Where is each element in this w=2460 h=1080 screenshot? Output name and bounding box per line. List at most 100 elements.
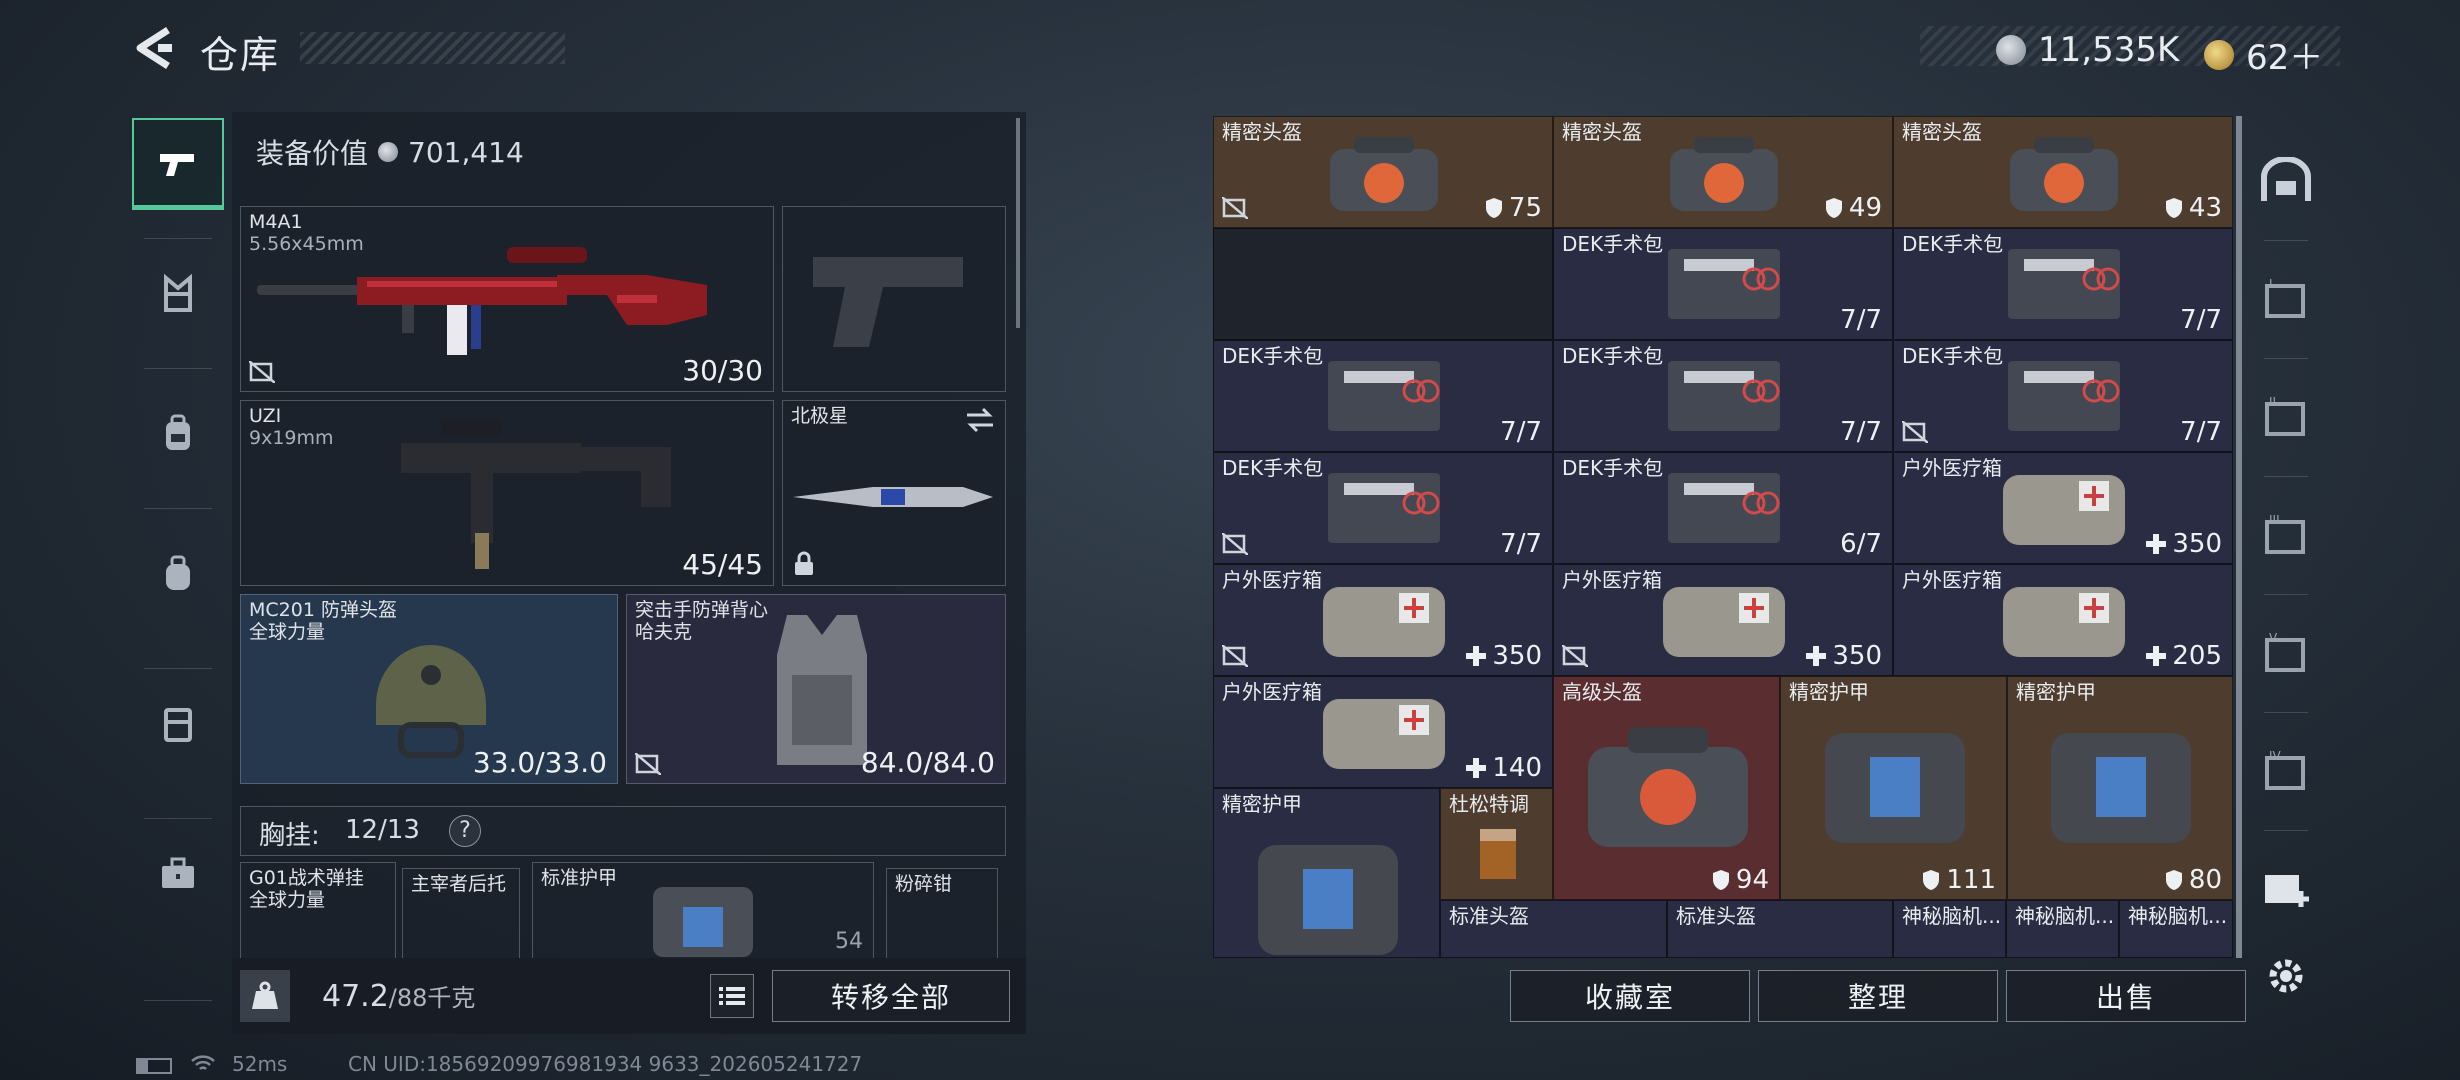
inventory-item[interactable]: 标准头盔 [1440, 900, 1667, 958]
sell-button[interactable]: 出售 [2006, 970, 2246, 1022]
rig-item[interactable]: 粉碎钳 [886, 868, 998, 958]
rig-item[interactable]: 主宰者后托 [402, 868, 520, 958]
swap-icon[interactable] [965, 407, 995, 433]
inventory-item[interactable]: 精密头盔 43 [1893, 116, 2233, 228]
inventory-item[interactable]: DEK手术包 7/7 [1553, 340, 1893, 452]
item-brand: 全球力量 [249, 889, 326, 911]
item-name: 精密护甲 [2016, 680, 2096, 704]
inventory-item[interactable]: DEK手术包 7/7 [1553, 228, 1893, 340]
no-insure-icon [635, 753, 661, 775]
inventory-item[interactable]: 高级头盔 94 [1553, 676, 1780, 900]
nav-storage-2[interactable]: II [2250, 380, 2322, 452]
nav-storage-4[interactable]: V [2250, 616, 2322, 688]
inventory-item[interactable]: 精密护甲 80 [2007, 676, 2233, 900]
item-value: 205 [2146, 641, 2222, 671]
inventory-item[interactable]: 精密护甲 111 [1780, 676, 2007, 900]
gold-amount[interactable]: 62＋ [2246, 30, 2323, 79]
durability-shield-icon [1712, 870, 1729, 890]
empty-slot[interactable] [1213, 228, 1553, 340]
nav-storage-5[interactable]: IV [2250, 734, 2322, 806]
durability-shield-icon [2165, 198, 2182, 218]
nav-case[interactable] [132, 678, 224, 770]
secondary-weapon-slot[interactable]: UZI 9x19mm 45/45 [240, 400, 774, 586]
rifle-m4a1-image [257, 247, 707, 355]
nav-storage-3[interactable]: III [2250, 498, 2322, 570]
right-nav: I II III V IV [2250, 116, 2322, 996]
melee-slot[interactable]: 北极星 [782, 400, 1006, 586]
bag-icon [166, 555, 190, 590]
rig-item[interactable]: 标准护甲 54 [532, 862, 874, 958]
helmet-slot[interactable]: MC201 防弹头盔 全球力量 33.0/33.0 [240, 594, 618, 784]
gear-icon [2269, 959, 2303, 993]
inventory-item[interactable]: DEK手术包 7/7 [1213, 452, 1553, 564]
armor-slot[interactable]: 突击手防弹背心 哈夫克 84.0/84.0 [626, 594, 1006, 784]
item-name: 粉碎钳 [895, 873, 953, 895]
inventory-item[interactable]: 户外医疗箱 350 [1213, 564, 1553, 676]
inventory-item[interactable]: DEK手术包 6/7 [1553, 452, 1893, 564]
melee-name: 北极星 [791, 405, 849, 427]
inventory-item[interactable]: DEK手术包 7/7 [1893, 228, 2233, 340]
primary-weapon-slot[interactable]: M4A1 5.56x45mm 30/30 [240, 206, 774, 392]
inventory-item[interactable]: 户外医疗箱 350 [1893, 452, 2233, 564]
add-storage-icon [2265, 875, 2309, 907]
nav-add-storage[interactable] [2250, 852, 2322, 924]
inventory-item[interactable]: DEK手术包 7/7 [1213, 340, 1553, 452]
inventory-item[interactable]: 户外医疗箱 350 [1553, 564, 1893, 676]
nav-weapons[interactable] [132, 118, 224, 210]
svg-text:III: III [2269, 513, 2280, 527]
pistol-slot-empty[interactable] [782, 206, 1006, 392]
chest-rig-header[interactable]: 胸挂: 12/13 ? [240, 806, 1006, 856]
item-value: 43 [2165, 193, 2222, 223]
rig-item[interactable]: G01战术弹挂 全球力量 [240, 862, 396, 958]
weight-icon-box [240, 970, 290, 1022]
durability-shield-icon [1923, 870, 1940, 890]
item-value: 6/7 [1840, 529, 1882, 559]
nav-backpack-small[interactable] [132, 388, 224, 480]
heal-plus-icon [1806, 646, 1827, 666]
nav-storage-1[interactable]: I [2250, 262, 2322, 334]
item-value-text: 140 [1492, 753, 1542, 783]
organize-button[interactable]: 整理 [1758, 970, 1998, 1022]
inventory-item[interactable]: 神秘脑机... [2006, 900, 2119, 958]
inventory-scrollbar-track[interactable] [2236, 116, 2242, 958]
svg-text:II: II [2269, 395, 2276, 409]
inventory-item[interactable]: 神秘脑机... [2119, 900, 2233, 958]
battery-icon [136, 1058, 172, 1074]
inventory-item[interactable]: 精密头盔 49 [1553, 116, 1893, 228]
inventory-item[interactable]: 标准头盔 [1667, 900, 1893, 958]
inventory-item[interactable]: 户外医疗箱 205 [1893, 564, 2233, 676]
heal-plus-icon [1466, 758, 1487, 778]
item-value: 350 [1466, 641, 1542, 671]
item-name: 精密头盔 [1222, 120, 1302, 144]
storage-expand-icon: III [2265, 513, 2305, 554]
loadout-scrollbar[interactable] [1016, 118, 1020, 328]
settings-button[interactable] [2250, 940, 2322, 1012]
inventory-item[interactable]: 户外医疗箱 140 [1213, 676, 1553, 788]
inventory-item[interactable]: 杜松特调 [1440, 788, 1553, 900]
inventory-item[interactable]: 精密护甲 [1213, 788, 1440, 958]
nav-storage-main[interactable] [2250, 144, 2322, 216]
item-name: DEK手术包 [1902, 344, 2004, 368]
item-name: 标准头盔 [1449, 904, 1529, 928]
item-value-text: 350 [2172, 529, 2222, 559]
inventory-item[interactable]: 神秘脑机... [1893, 900, 2006, 958]
page-title: 仓库 [200, 33, 281, 77]
help-icon[interactable]: ? [449, 815, 481, 847]
item-name: DEK手术包 [1902, 232, 2004, 256]
weight-max: /88千克 [388, 984, 476, 1012]
inventory-item[interactable]: DEK手术包 7/7 [1893, 340, 2233, 452]
transfer-all-button[interactable]: 转移全部 [772, 970, 1010, 1022]
item-name: 户外医疗箱 [1562, 568, 1662, 592]
nav-backpack[interactable] [132, 528, 224, 620]
list-button[interactable] [710, 974, 754, 1018]
item-value-text: 75 [1508, 193, 1542, 223]
item-name: 户外医疗箱 [1902, 568, 2002, 592]
item-value: 94 [1712, 865, 1769, 895]
storage-expand-icon: I [2265, 277, 2305, 318]
collection-room-button[interactable]: 收藏室 [1510, 970, 1750, 1022]
nav-briefcase[interactable] [132, 828, 224, 920]
back-button[interactable] [132, 24, 176, 72]
item-value-text: 80 [2188, 865, 2222, 895]
inventory-item[interactable]: 精密头盔 75 [1213, 116, 1553, 228]
nav-rig[interactable] [132, 248, 224, 340]
